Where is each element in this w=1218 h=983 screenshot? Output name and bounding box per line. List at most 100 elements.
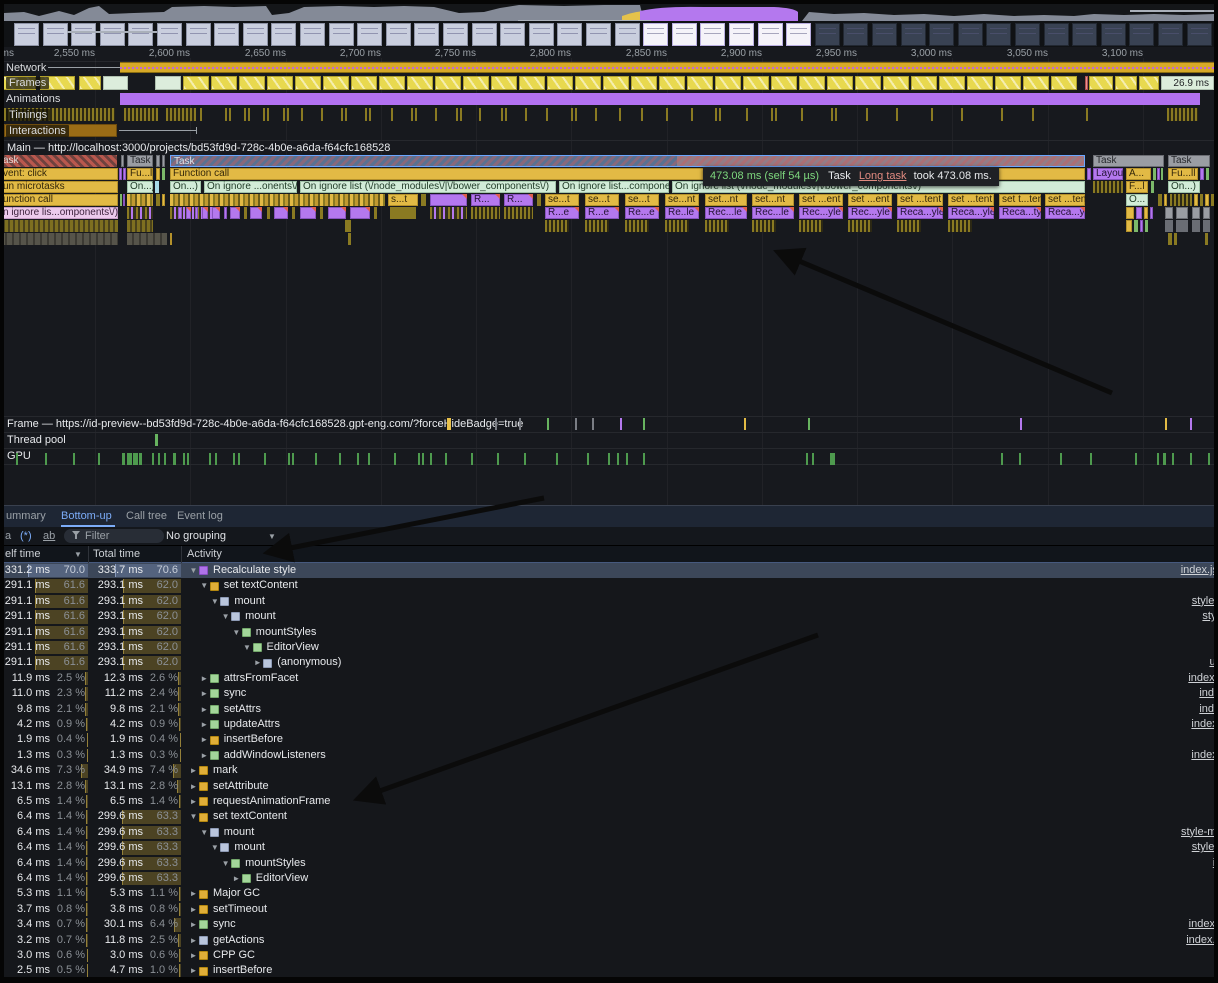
flame-bar[interactable]	[1145, 220, 1148, 232]
flame-bar[interactable]: Reca...yle	[948, 207, 994, 219]
table-row[interactable]: 291.1 ms61.6 %293.1 ms62.0 %▼mountstyle-…	[4, 609, 1214, 624]
collapse-icon[interactable]: ▼	[220, 856, 231, 871]
flame-bar[interactable]	[752, 220, 776, 232]
filmstrip-thumbnail[interactable]	[786, 23, 811, 46]
flame-bar[interactable]	[430, 207, 467, 219]
frame-block[interactable]	[435, 76, 461, 90]
filmstrip-thumbnail[interactable]	[643, 23, 668, 46]
frame-block[interactable]	[407, 76, 433, 90]
flame-bar[interactable]	[127, 233, 167, 245]
flame-bar[interactable]	[1203, 220, 1210, 232]
filmstrip-thumbnail[interactable]	[901, 23, 926, 46]
expand-icon[interactable]: ►	[199, 732, 210, 747]
frame-block[interactable]	[267, 76, 293, 90]
filmstrip-thumbnail[interactable]	[843, 23, 868, 46]
flame-bar[interactable]	[267, 207, 270, 219]
filmstrip-thumbnail[interactable]	[300, 23, 325, 46]
flame-bar[interactable]	[250, 207, 262, 219]
frame-block[interactable]	[883, 76, 909, 90]
flame-bar[interactable]	[799, 220, 823, 232]
frame-block[interactable]	[1139, 76, 1159, 90]
track-label-animations[interactable]: Animations	[6, 93, 60, 105]
flame-bar[interactable]	[1126, 207, 1134, 219]
collapse-icon[interactable]: ▼	[231, 625, 242, 640]
filmstrip-thumbnail[interactable]	[243, 23, 268, 46]
flame-bar[interactable]	[1140, 220, 1143, 232]
frame-block[interactable]	[463, 76, 489, 90]
flame-bar[interactable]	[186, 207, 191, 219]
flame-bar[interactable]: s...t	[388, 194, 418, 206]
source-link[interactable]: index.	[1199, 686, 1214, 701]
filmstrip-thumbnail[interactable]	[672, 23, 697, 46]
flame-bar[interactable]	[300, 207, 316, 219]
expand-icon[interactable]: ►	[188, 933, 199, 948]
table-row[interactable]: 6.5 ms1.4 %6.5 ms1.4 %►requestAnimationF…	[4, 794, 1214, 809]
flame-bar[interactable]	[537, 194, 541, 206]
expand-icon[interactable]: ►	[188, 779, 199, 794]
flame-bar[interactable]: vent: click	[4, 168, 118, 180]
filmstrip-thumbnail[interactable]	[443, 23, 468, 46]
flame-bar[interactable]: ask	[4, 155, 117, 167]
table-row[interactable]: 3.7 ms0.8 %3.8 ms0.8 %►setTimeout	[4, 902, 1214, 917]
tab-summary[interactable]: ummary	[6, 510, 46, 522]
filmstrip-thumbnail[interactable]	[472, 23, 497, 46]
frame-block[interactable]	[547, 76, 573, 90]
flame-bar[interactable]: R...e	[545, 207, 579, 219]
expand-icon[interactable]: ►	[188, 902, 199, 917]
flame-bar[interactable]: Reca...yle	[1045, 207, 1085, 219]
frame-block[interactable]	[1089, 76, 1113, 90]
filmstrip-thumbnail[interactable]	[1187, 23, 1212, 46]
flame-bar[interactable]	[121, 155, 124, 167]
table-row[interactable]: 3.4 ms0.7 %30.1 ms6.4 %►syncindex.	[4, 917, 1214, 932]
flame-bar[interactable]	[230, 207, 240, 219]
flame-bar[interactable]	[212, 207, 220, 219]
flame-bar[interactable]	[1174, 233, 1177, 245]
flame-bar[interactable]	[123, 168, 126, 180]
flame-bar[interactable]	[1164, 194, 1167, 206]
cpu-overview-strip[interactable]	[4, 4, 1214, 21]
flame-bar[interactable]: se...nt	[665, 194, 699, 206]
flame-bar[interactable]: set ...ent	[799, 194, 843, 206]
flame-bar[interactable]: R...e	[585, 207, 619, 219]
column-self-time[interactable]: elf time	[5, 548, 40, 560]
table-row[interactable]: 291.1 ms61.6 %293.1 ms62.0 %▼mountstyle-…	[4, 594, 1214, 609]
source-link[interactable]: style-mod	[1192, 594, 1214, 609]
filmstrip-thumbnail[interactable]	[214, 23, 239, 46]
filmstrip-thumbnail[interactable]	[586, 23, 611, 46]
frame-block[interactable]	[491, 76, 517, 90]
tooltip-long-task-link[interactable]: Long task	[859, 170, 907, 182]
frame-block[interactable]	[715, 76, 741, 90]
table-row[interactable]: 1.3 ms0.3 %1.3 ms0.3 %►addWindowListener…	[4, 748, 1214, 763]
flame-bar[interactable]: On ignore list (\/node_modules\/|\/bower…	[300, 181, 556, 193]
flame-bar[interactable]: Reca...yle	[897, 207, 943, 219]
frame-block[interactable]	[323, 76, 349, 90]
frame-block[interactable]	[79, 76, 101, 90]
flame-bar[interactable]	[123, 194, 125, 206]
filmstrip-thumbnail[interactable]	[71, 23, 96, 46]
tab-bottom-up[interactable]: Bottom-up	[61, 510, 112, 522]
flame-bar[interactable]: se...t	[585, 194, 619, 206]
frame-block[interactable]	[659, 76, 685, 90]
flame-bar[interactable]	[156, 168, 160, 180]
filmstrip-thumbnail[interactable]	[1101, 23, 1126, 46]
flame-bar[interactable]: se...t	[545, 194, 579, 206]
filmstrip-thumbnail[interactable]	[758, 23, 783, 46]
frame-duration-label[interactable]: 26.9 ms	[1161, 76, 1214, 90]
flame-bar[interactable]	[1194, 194, 1198, 206]
source-link[interactable]: index.	[1189, 917, 1214, 932]
flame-bar[interactable]	[170, 233, 172, 245]
table-row[interactable]: 3.2 ms0.7 %11.8 ms2.5 %►getActionsindex.…	[4, 933, 1214, 948]
table-row[interactable]: 6.4 ms1.4 %299.6 ms63.3 %▼mountStylesind…	[4, 856, 1214, 871]
frame-block[interactable]	[799, 76, 825, 90]
table-row[interactable]: 13.1 ms2.8 %13.1 ms2.8 %►setAttribute	[4, 779, 1214, 794]
frame-section-title[interactable]: Frame — https://id-preview--bd53fd9d-728…	[7, 418, 523, 430]
flame-bar[interactable]: Task	[127, 155, 153, 167]
match-case-toggle[interactable]: a	[5, 530, 11, 542]
flame-bar[interactable]: unction call	[4, 194, 118, 206]
expand-icon[interactable]: ►	[231, 871, 242, 886]
track-label-interactions[interactable]: Interactions	[6, 125, 69, 137]
expand-icon[interactable]: ►	[199, 686, 210, 701]
frame-block[interactable]	[771, 76, 797, 90]
flame-bar[interactable]	[1205, 233, 1208, 245]
flame-bar[interactable]	[4, 233, 118, 245]
